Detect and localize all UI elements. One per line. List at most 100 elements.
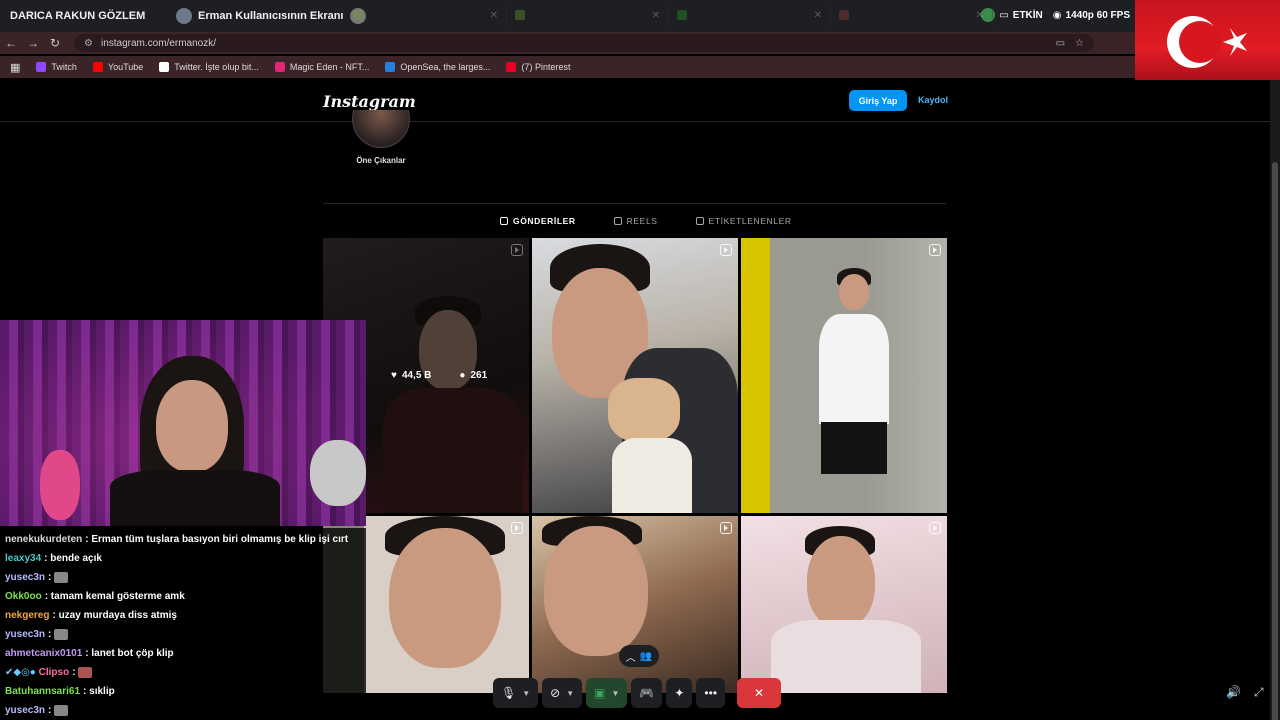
bookmark-opensea[interactable]: OpenSea, the larges... bbox=[385, 62, 490, 72]
chat-message: ✔◆◎● Clipso: bbox=[5, 663, 93, 682]
person-face bbox=[389, 528, 501, 668]
page-scrollbar[interactable] bbox=[1270, 80, 1280, 720]
screen-share-button[interactable]: ▣ ▼ bbox=[586, 678, 628, 708]
stream-chat: nenekukurdeten: Erman tüm tuşlara basıyo… bbox=[0, 528, 366, 720]
chat-username[interactable]: Clipso bbox=[39, 667, 70, 678]
stream-header: Erman Kullanıcısının Ekranı bbox=[168, 8, 374, 24]
streamer-face bbox=[156, 380, 228, 472]
bookmark-magic-eden[interactable]: Magic Eden - NFT... bbox=[274, 62, 369, 72]
posts-grid: ♥ 44,5 B ● 261 bbox=[323, 238, 947, 693]
back-icon[interactable]: ← bbox=[0, 36, 22, 50]
eye-icon: ◉ bbox=[1052, 9, 1062, 21]
fullscreen-icon[interactable]: ⤢ bbox=[1254, 685, 1264, 700]
browser-tab[interactable]: ✕ bbox=[831, 4, 993, 26]
chat-username[interactable]: yusec3n bbox=[5, 629, 45, 640]
tab-favicon bbox=[353, 10, 363, 20]
screen: DARICA RAKUN GÖZLEM Erman Kullanıcısının… bbox=[0, 0, 1280, 720]
browser-tab[interactable]: ✕ bbox=[669, 4, 831, 26]
story-highlight[interactable] bbox=[352, 110, 410, 148]
forward-icon[interactable]: → bbox=[22, 36, 44, 50]
pinterest-icon bbox=[506, 62, 517, 72]
chat-message: yusec3n: bbox=[5, 568, 69, 587]
scrollbar-thumb[interactable] bbox=[1272, 162, 1278, 720]
chat-username[interactable]: ahmetcanix0101 bbox=[5, 648, 82, 659]
call-controls: 🎙 ▼ ⊘ ▼ ▣ ▼ 🎮 ✦ ••• ✕ bbox=[493, 676, 789, 710]
tab-favicon bbox=[677, 10, 687, 20]
chat-username[interactable]: nekgereg bbox=[5, 610, 49, 621]
chat-text: : sıklip bbox=[83, 686, 115, 697]
reel-icon bbox=[720, 244, 732, 256]
reels-icon bbox=[613, 217, 622, 225]
cast-icon[interactable]: ▭ bbox=[1056, 38, 1065, 49]
person-face bbox=[544, 526, 648, 656]
tab-label: GÖNDERİLER bbox=[513, 216, 576, 226]
post-thumbnail[interactable] bbox=[532, 238, 738, 513]
tab-tagged[interactable]: ETİKETLENENLER bbox=[695, 216, 792, 226]
close-icon[interactable]: ✕ bbox=[652, 10, 660, 21]
close-icon[interactable]: ✕ bbox=[814, 10, 822, 21]
browser-tab[interactable]: ✕ bbox=[507, 4, 669, 26]
chat-message: leaxy34: bende açık bbox=[5, 549, 102, 568]
chat-message: nenekukurdeten: Erman tüm tuşlara basıyo… bbox=[5, 530, 348, 549]
camera-button[interactable]: ⊘ ▼ bbox=[542, 678, 583, 708]
volume-icon[interactable]: 🔊 bbox=[1226, 685, 1241, 699]
profile-divider bbox=[323, 203, 946, 204]
chat-username[interactable]: leaxy34 bbox=[5, 553, 41, 564]
chat-text: : bbox=[72, 667, 76, 678]
bookmark-pinterest[interactable]: (7) Pinterest bbox=[506, 62, 570, 72]
bookmark-twitch[interactable]: Twitch bbox=[36, 62, 77, 72]
tab-reels[interactable]: REELS bbox=[613, 216, 658, 226]
server-header[interactable]: DARICA RAKUN GÖZLEM bbox=[0, 10, 168, 22]
reel-icon bbox=[929, 244, 941, 256]
close-icon[interactable]: ✕ bbox=[490, 10, 498, 21]
comments-stat: ● 261 bbox=[459, 370, 487, 381]
post-thumbnail[interactable] bbox=[741, 238, 947, 513]
chat-text: : lanet bot çöp klip bbox=[85, 648, 174, 659]
chat-text: : Erman tüm tuşlara basıyon biri olmamış… bbox=[85, 534, 349, 545]
reel-icon bbox=[511, 522, 523, 534]
reload-icon[interactable]: ↻ bbox=[44, 36, 66, 50]
screen-share-icon: ▣ bbox=[594, 686, 606, 700]
post-thumbnail[interactable] bbox=[741, 516, 947, 693]
expand-participants-button[interactable]: ︿ 👥 bbox=[619, 645, 659, 667]
bookmark-twitter[interactable]: Twitter. İşte olup bit... bbox=[159, 62, 259, 72]
comments-count: 261 bbox=[470, 370, 488, 381]
chat-username[interactable]: Okk0oo bbox=[5, 591, 42, 602]
tab-label: ETİKETLENENLER bbox=[708, 216, 792, 226]
reel-icon bbox=[720, 522, 732, 534]
chat-message: Batuhannsari61: sıklip bbox=[5, 682, 115, 701]
bookmark-youtube[interactable]: YouTube bbox=[92, 62, 143, 72]
chevron-down-icon[interactable]: ▼ bbox=[522, 689, 530, 698]
guitar-decor bbox=[40, 450, 80, 520]
browser-tab[interactable]: ✕ bbox=[345, 4, 507, 26]
instagram-logo[interactable]: Instagram bbox=[323, 92, 416, 111]
chevron-down-icon[interactable]: ▼ bbox=[566, 689, 574, 698]
site-settings-icon[interactable]: ⚙ bbox=[84, 38, 93, 49]
heart-icon: ♥ bbox=[391, 370, 397, 381]
stop-stream-button[interactable]: ✕ bbox=[737, 678, 782, 708]
chat-text: : bbox=[48, 629, 52, 640]
emote-icon bbox=[78, 666, 93, 678]
more-options-button[interactable]: ••• bbox=[696, 678, 726, 708]
address-bar[interactable]: ⚙ instagram.com/ermanozk/ ▭ ☆ bbox=[74, 34, 1094, 52]
chat-username[interactable]: Batuhannsari61 bbox=[5, 686, 80, 697]
chat-username[interactable]: nenekukurdeten bbox=[5, 534, 82, 545]
chat-username[interactable]: yusec3n bbox=[5, 705, 45, 716]
chevron-down-icon[interactable]: ▼ bbox=[611, 689, 619, 698]
bookmark-star-icon[interactable]: ☆ bbox=[1075, 38, 1084, 49]
login-button[interactable]: Giriş Yap bbox=[849, 90, 907, 111]
apps-grid-icon[interactable]: ▦ bbox=[10, 61, 20, 74]
camera-off-icon: ⊘ bbox=[550, 686, 561, 700]
activities-button[interactable]: 🎮 bbox=[631, 678, 663, 708]
microphone-button[interactable]: 🎙 ▼ bbox=[493, 678, 539, 708]
signup-link[interactable]: Kaydol bbox=[918, 95, 948, 105]
reel-icon bbox=[929, 522, 941, 534]
likes-count: 44,5 B bbox=[401, 370, 432, 381]
tab-posts[interactable]: GÖNDERİLER bbox=[500, 216, 576, 226]
close-icon[interactable]: ✕ bbox=[976, 10, 984, 21]
soundboard-button[interactable]: ✦ bbox=[666, 678, 693, 708]
tab-favicon bbox=[839, 10, 849, 20]
chat-username[interactable]: yusec3n bbox=[5, 572, 45, 583]
chevron-up-icon: ︿ bbox=[625, 652, 636, 664]
turkish-flag-overlay bbox=[1135, 0, 1280, 82]
